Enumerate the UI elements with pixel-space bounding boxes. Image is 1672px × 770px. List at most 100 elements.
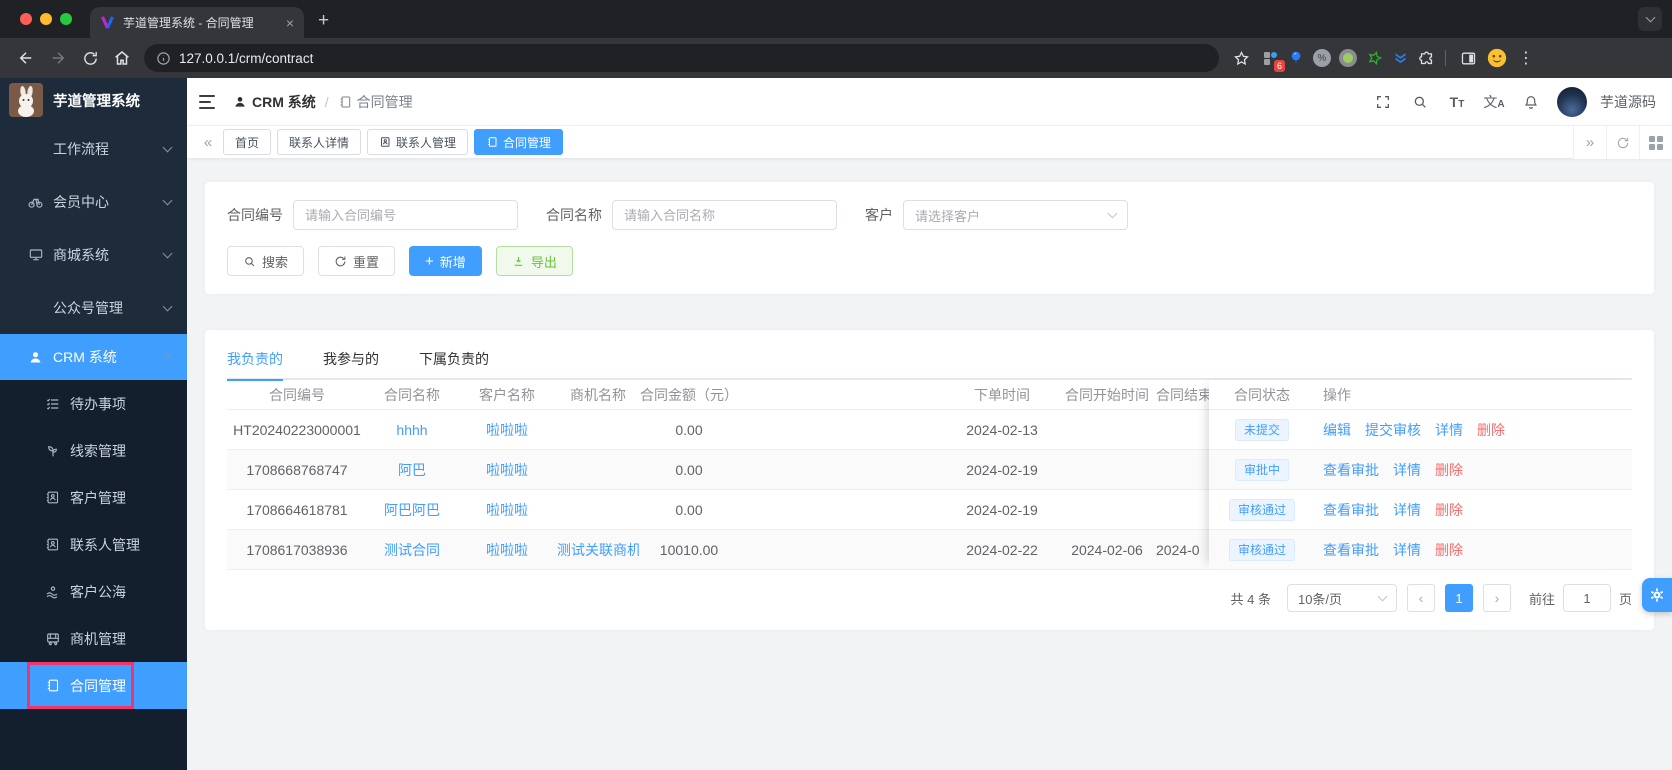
customer-name-link[interactable]: 啦啦啦	[486, 422, 528, 438]
window-zoom-button[interactable]	[60, 13, 72, 25]
sidebar-item-mall[interactable]: 商城系统	[0, 228, 187, 281]
contract-no-input[interactable]	[305, 207, 506, 223]
goto-page-input[interactable]	[1562, 584, 1611, 612]
browser-menu-icon[interactable]: ⋮	[1510, 42, 1542, 74]
submit-review-link[interactable]: 提交审核	[1365, 420, 1421, 440]
tags-scroll-left-icon[interactable]: «	[197, 134, 219, 151]
search-icon[interactable]	[1405, 87, 1435, 117]
sidebar-item-customer-pool[interactable]: 客户公海	[0, 568, 187, 615]
customer-name-link[interactable]: 啦啦啦	[486, 462, 528, 478]
detail-link[interactable]: 详情	[1435, 420, 1463, 440]
reset-button[interactable]: 重置	[318, 246, 396, 276]
extensions-puzzle-icon[interactable]	[1413, 45, 1439, 71]
sidebar-item-todo[interactable]: 待办事项	[0, 380, 187, 427]
username[interactable]: 芋道源码	[1600, 92, 1656, 112]
extension-tampermonkey-icon[interactable]: 6	[1257, 45, 1285, 72]
bookmark-star-icon[interactable]	[1225, 42, 1257, 74]
sidebar-item-contacts[interactable]: 联系人管理	[0, 521, 187, 568]
breadcrumb-crm[interactable]: CRM 系统	[233, 92, 316, 112]
sidebar-logo[interactable]: 芋道管理系统	[0, 78, 187, 122]
sidebar-item-leads[interactable]: 线索管理	[0, 427, 187, 474]
extension-balloon-icon[interactable]	[1283, 45, 1309, 71]
address-bar[interactable]: 127.0.0.1/crm/contract	[144, 44, 1219, 72]
sidebar-item-label: 商机管理	[70, 630, 126, 647]
customer-name-link[interactable]: 啦啦啦	[486, 502, 528, 518]
sidebar-item-customers[interactable]: 客户管理	[0, 474, 187, 521]
cell-amount: 0.00	[675, 461, 703, 478]
add-button[interactable]: + 新增	[409, 246, 482, 276]
extension-green-star-icon[interactable]	[1361, 45, 1387, 71]
opportunity-link[interactable]: 测试关联商机	[557, 542, 639, 558]
tag-home[interactable]: 首页	[223, 129, 272, 155]
tag-contract-manage[interactable]: 合同管理	[474, 129, 564, 155]
site-info-icon[interactable]	[156, 51, 171, 66]
notification-bell-icon[interactable]	[1516, 87, 1546, 117]
view-approval-link[interactable]: 查看审批	[1323, 460, 1379, 480]
tag-contact-manage[interactable]: 联系人管理	[367, 129, 469, 155]
tab-my-responsible[interactable]: 我负责的	[227, 339, 283, 381]
language-icon[interactable]: 文A	[1479, 87, 1509, 117]
tab-close-icon[interactable]: ×	[286, 16, 294, 30]
edit-link[interactable]: 编辑	[1323, 420, 1351, 440]
delete-link[interactable]: 删除	[1435, 460, 1463, 480]
current-page-button[interactable]: 1	[1444, 584, 1473, 612]
user-avatar[interactable]	[1557, 86, 1587, 117]
reload-button[interactable]	[74, 42, 106, 74]
window-close-button[interactable]	[20, 13, 32, 25]
sidebar-item-workflow[interactable]: 工作流程	[0, 122, 187, 175]
cell-contract-name: 测试合同	[367, 540, 457, 560]
prev-page-button[interactable]: ‹	[1406, 584, 1435, 612]
font-size-icon[interactable]: TT	[1442, 87, 1472, 117]
delete-link[interactable]: 删除	[1435, 500, 1463, 520]
col-opportunity-name: 商机名称	[570, 386, 626, 403]
cell-actions: 查看审批 详情 删除	[1315, 540, 1632, 560]
browser-toolbar: 127.0.0.1/crm/contract 6 % ⋮	[0, 38, 1672, 78]
back-button[interactable]	[10, 42, 42, 74]
customer-select[interactable]: 请选择客户	[903, 200, 1128, 230]
next-page-button[interactable]: ›	[1482, 584, 1511, 612]
page-size-select[interactable]: 10条/页	[1286, 584, 1397, 612]
tag-contact-detail[interactable]: 联系人详情	[277, 129, 362, 155]
side-panel-icon[interactable]	[1452, 42, 1484, 74]
sidebar-item-crm[interactable]: CRM 系统	[0, 334, 187, 380]
view-approval-link[interactable]: 查看审批	[1323, 500, 1379, 520]
settings-gear-button[interactable]	[1642, 578, 1672, 612]
contract-name-link[interactable]: 测试合同	[384, 542, 440, 558]
layout-grid-icon[interactable]	[1639, 126, 1672, 159]
sidebar-toggle-icon[interactable]	[197, 93, 217, 111]
extension-green-dot-icon[interactable]	[1335, 45, 1361, 71]
search-form-card: 合同编号 合同名称 客户 请选择客户	[205, 182, 1654, 294]
sidebar-item-member-center[interactable]: 会员中心	[0, 175, 187, 228]
browser-tab[interactable]: 芋道管理系统 - 合同管理 ×	[90, 7, 304, 38]
contract-name-link[interactable]: 阿巴	[398, 462, 426, 478]
sidebar-item-wechat-official[interactable]: 公众号管理	[0, 281, 187, 334]
customer-name-link[interactable]: 啦啦啦	[486, 542, 528, 558]
tags-refresh-icon[interactable]	[1606, 126, 1639, 159]
page-size-value: 10条/页	[1297, 591, 1343, 607]
detail-link[interactable]: 详情	[1393, 540, 1421, 560]
profile-avatar-icon[interactable]	[1484, 45, 1510, 71]
tab-subordinate[interactable]: 下属负责的	[419, 339, 489, 379]
window-minimize-button[interactable]	[40, 13, 52, 25]
export-button[interactable]: 导出	[495, 246, 573, 276]
delete-link[interactable]: 删除	[1435, 540, 1463, 560]
contract-name-input[interactable]	[624, 207, 825, 223]
extension-gray-icon[interactable]: %	[1309, 45, 1335, 71]
view-approval-link[interactable]: 查看审批	[1323, 540, 1379, 560]
home-button[interactable]	[106, 42, 138, 74]
cell-actions: 编辑 提交审核 详情 删除	[1315, 420, 1632, 440]
fullscreen-icon[interactable]	[1368, 87, 1398, 117]
tab-search-chevron-button[interactable]	[1638, 7, 1662, 31]
tab-my-participated[interactable]: 我参与的	[323, 339, 379, 379]
extension-double-chevron-icon[interactable]	[1387, 45, 1413, 71]
sidebar-item-opportunities[interactable]: 商机管理	[0, 615, 187, 662]
new-tab-button[interactable]: +	[318, 10, 329, 32]
contract-name-link[interactable]: hhhh	[396, 422, 427, 438]
search-button[interactable]: 搜索	[227, 246, 305, 276]
forward-button[interactable]	[42, 42, 74, 74]
tags-scroll-right-icon[interactable]: »	[1573, 126, 1606, 159]
detail-link[interactable]: 详情	[1393, 500, 1421, 520]
contract-name-link[interactable]: 阿巴阿巴	[384, 502, 440, 518]
detail-link[interactable]: 详情	[1393, 460, 1421, 480]
delete-link[interactable]: 删除	[1477, 420, 1505, 440]
